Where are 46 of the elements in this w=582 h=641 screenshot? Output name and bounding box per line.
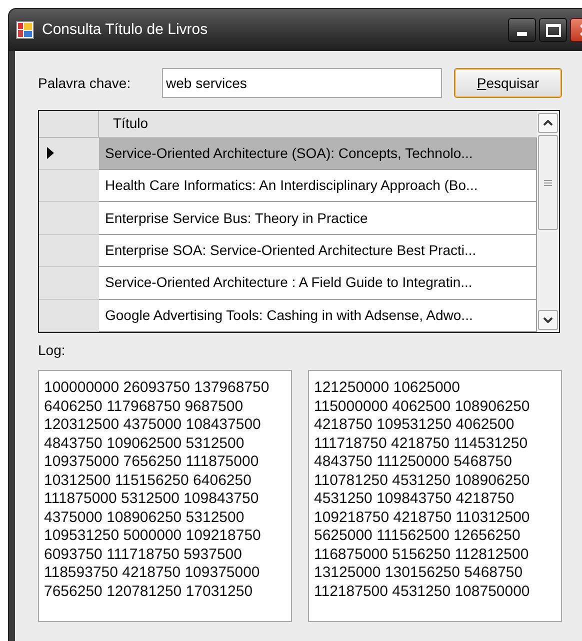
log-label: Log: (38, 341, 66, 360)
title-cell[interactable]: Google Advertising Tools: Cashing in with Adsense, Adwo... (99, 300, 537, 332)
log-line: 111875000 5312500 109843750 (44, 490, 260, 508)
scroll-thumb[interactable] (538, 135, 558, 230)
log-line: 111718750 4218750 114531250 (314, 434, 529, 453)
log-line: 4843750 109062500 5312500 (44, 434, 246, 453)
log-line: 100000000 26093750 137968750 (44, 379, 270, 398)
log-line: 4843750 111250000 5468750 (314, 453, 513, 472)
scroll-up-button[interactable] (538, 113, 558, 133)
search-button[interactable]: Pesquisar (454, 68, 562, 98)
grip-icon (544, 180, 552, 186)
log-line: 13125000 130156250 5468750 (314, 564, 524, 582)
log-line: 6406250 117968750 9687500 (44, 398, 244, 416)
row-header[interactable] (39, 138, 99, 170)
log-line: 10312500 115156250 6406250 (44, 472, 252, 490)
log-text-area[interactable] (308, 370, 562, 622)
log-line: 121250000 10625000 (314, 379, 461, 398)
app-icon (16, 21, 34, 39)
window-title: Consulta Título de Livros (42, 20, 208, 40)
log-line: 120312500 4375000 108437500 (44, 416, 262, 434)
log-line: 5625000 111562500 12656250 (314, 527, 522, 546)
log-line: 115000000 4062500 108906250 (314, 398, 531, 416)
maximize-button[interactable] (539, 18, 567, 42)
title-cell[interactable]: Health Care Informatics: An Interdisciplinary Approach (Bo... (99, 170, 537, 202)
title-cell[interactable]: Enterprise SOA: Service-Oriented Architecture Best Practi... (99, 234, 537, 268)
minimize-button[interactable] (508, 18, 536, 42)
title-cell[interactable]: Service-Oriented Architecture : A Field Guide to Integratin... (99, 267, 537, 300)
log-line: 118593750 4218750 109375000 (44, 564, 261, 582)
log-line: 7656250 120781250 17031250 (44, 582, 254, 601)
log-line: 4218750 109531250 4062500 (314, 416, 516, 434)
log-line: 4375000 108906250 5312500 (44, 508, 246, 527)
keyword-label: Palavra chave: (38, 74, 132, 92)
log-line: 6093750 111718750 5937500 (44, 546, 243, 564)
log-text-area[interactable] (38, 370, 292, 622)
log-line: 109375000 7656250 111875000 (44, 453, 260, 472)
title-cell[interactable]: Enterprise Service Bus: Theory in Practice (99, 202, 537, 235)
scrollbar[interactable] (537, 111, 559, 332)
log-line: 110781250 4531250 108906250 (314, 472, 531, 490)
scroll-down-button[interactable] (538, 310, 558, 330)
log-line: 4531250 109843750 4218750 (314, 490, 516, 508)
log-line: 109531250 5000000 109218750 (44, 527, 262, 546)
log-line: 109218750 4218750 110312500 (314, 508, 531, 527)
title-cell[interactable]: Service-Oriented Architecture (SOA): Concepts, Technolo... (99, 138, 537, 170)
keyword-field[interactable]: web services (162, 68, 442, 98)
log-line: 112187500 4531250 108750000 (314, 582, 531, 601)
log-line: 116875000 5156250 112812500 (314, 546, 530, 564)
